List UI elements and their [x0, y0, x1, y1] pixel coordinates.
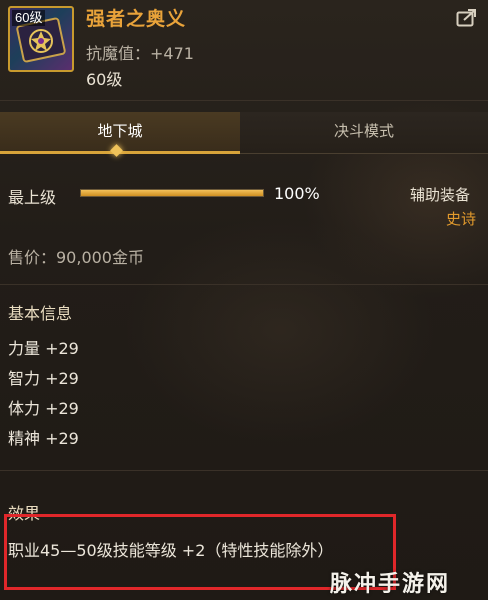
- share-button[interactable]: [456, 8, 478, 28]
- stat-vitality: 体力 +29: [8, 399, 79, 418]
- rarity-badge: 史诗: [446, 210, 477, 228]
- mode-tabs: 地下城 决斗模式: [0, 112, 488, 154]
- item-icon: 60级: [8, 6, 74, 72]
- item-magic-resist: 抗魔值：+471: [86, 44, 194, 63]
- progress-percent: 100%: [274, 184, 320, 203]
- price-divider: [0, 284, 488, 285]
- progress-fill: [81, 190, 263, 196]
- stat-spirit: 精神 +29: [8, 429, 79, 448]
- item-tooltip-panel: 60级 强者之奥义 抗魔值：+471 60级 地下城 决斗模式 最上级 100%…: [0, 0, 488, 600]
- stats-divider: [0, 470, 488, 471]
- max-level-label: 最上级: [8, 188, 57, 207]
- max-level-progress-bar: [80, 189, 264, 197]
- stat-intelligence: 智力 +29: [8, 369, 79, 388]
- item-level: 60级: [86, 70, 123, 89]
- header-divider: [0, 100, 488, 101]
- basic-info-title: 基本信息: [8, 304, 73, 323]
- tab-pvp[interactable]: 决斗模式: [240, 112, 488, 154]
- equipment-type: 辅助装备: [410, 186, 471, 204]
- site-watermark: 脉冲手游网: [330, 572, 451, 597]
- item-header: 60级 强者之奥义 抗魔值：+471 60级: [0, 0, 488, 100]
- item-name: 强者之奥义: [86, 8, 187, 30]
- item-level-badge: 60级: [12, 10, 46, 26]
- share-icon: [456, 9, 476, 27]
- sell-price: 售价：90,000金币: [8, 248, 144, 267]
- stat-strength: 力量 +29: [8, 339, 79, 358]
